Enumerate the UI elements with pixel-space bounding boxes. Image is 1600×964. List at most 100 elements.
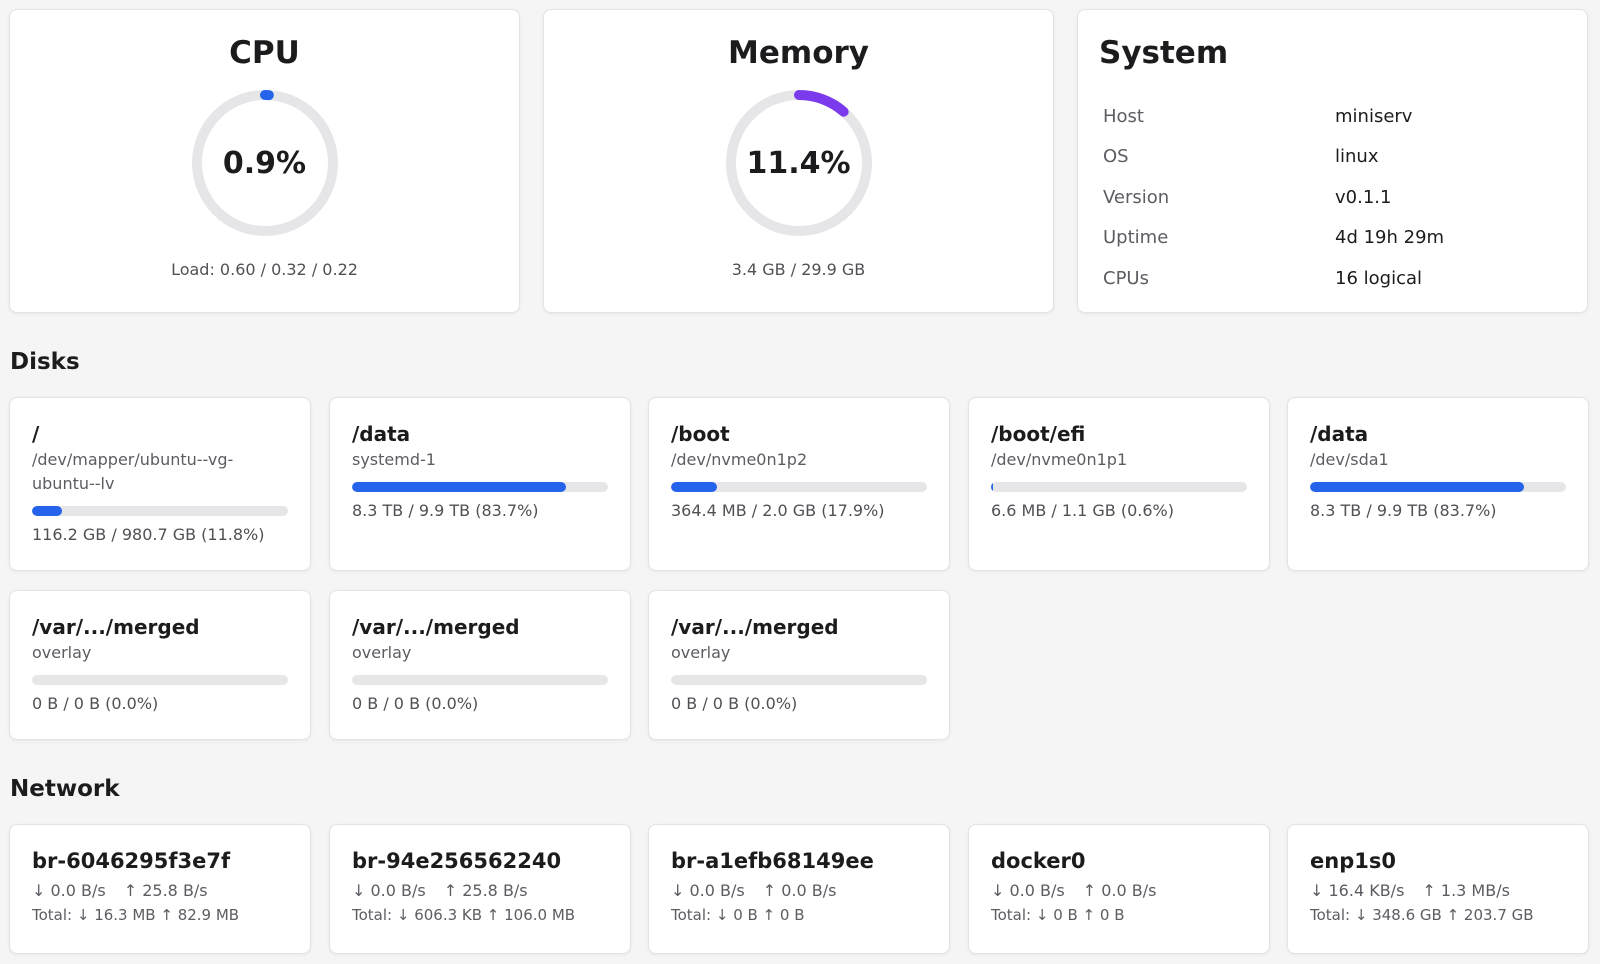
disk-mount: / <box>32 422 40 446</box>
cpu-title: CPU <box>229 35 300 71</box>
disk-card: /var/.../merged overlay 0 B / 0 B (0.0%) <box>648 590 950 740</box>
memory-usage: 3.4 GB / 29.9 GB <box>731 260 866 280</box>
download-rate: ↓ 0.0 B/s <box>32 881 106 900</box>
disk-usage-bar <box>352 675 608 685</box>
system-key: OS <box>1103 146 1129 168</box>
disk-mount: /boot/efi <box>991 422 1086 446</box>
interface-total: Total: ↓ 0 B ↑ 0 B <box>991 906 1125 924</box>
memory-gauge: 11.4% <box>722 86 876 240</box>
memory-title: Memory <box>728 35 869 71</box>
interface-name: br-94e256562240 <box>352 849 562 873</box>
disks-section-title: Disks <box>10 349 80 375</box>
disk-usage-fill <box>1310 482 1525 492</box>
disk-usage-bar <box>32 675 288 685</box>
disk-usage-fill <box>991 482 993 492</box>
network-interface-card: enp1s0 ↓ 16.4 KB/s ↑ 1.3 MB/s Total: ↓ 3… <box>1287 824 1589 954</box>
system-value: 4d 19h 29m <box>1335 227 1445 249</box>
disk-usage-bar <box>671 675 927 685</box>
disk-usage-bar <box>1310 482 1566 492</box>
disk-card: /boot /dev/nvme0n1p2 364.4 MB / 2.0 GB (… <box>648 397 950 571</box>
disk-card: /var/.../merged overlay 0 B / 0 B (0.0%) <box>329 590 631 740</box>
system-info-table: Host miniserv OS linux Version v0.1.1 Up… <box>1103 96 1563 299</box>
interface-total: Total: ↓ 348.6 GB ↑ 203.7 GB <box>1310 906 1534 924</box>
system-key: Version <box>1103 186 1170 208</box>
interface-total: Total: ↓ 16.3 MB ↑ 82.9 MB <box>32 906 240 924</box>
system-value: miniserv <box>1335 105 1413 127</box>
disk-usage-text: 0 B / 0 B (0.0%) <box>671 694 798 713</box>
system-key: CPUs <box>1103 267 1149 289</box>
disk-usage-bar <box>352 482 608 492</box>
disk-device: systemd-1 <box>352 450 436 469</box>
cpu-percent: 0.9% <box>222 145 307 181</box>
system-row-uptime: Uptime 4d 19h 29m <box>1103 218 1563 259</box>
interface-name: enp1s0 <box>1310 849 1396 873</box>
system-row-host: Host miniserv <box>1103 96 1563 137</box>
interface-rates: ↓ 0.0 B/s ↑ 0.0 B/s <box>671 881 927 900</box>
disk-usage-text: 8.3 TB / 9.9 TB (83.7%) <box>1310 501 1497 520</box>
disk-usage-text: 364.4 MB / 2.0 GB (17.9%) <box>671 501 885 520</box>
disk-usage-text: 0 B / 0 B (0.0%) <box>352 694 479 713</box>
upload-rate: ↑ 1.3 MB/s <box>1422 881 1510 900</box>
disk-usage-text: 0 B / 0 B (0.0%) <box>32 694 159 713</box>
disk-usage-fill <box>671 482 717 492</box>
interface-rates: ↓ 0.0 B/s ↑ 25.8 B/s <box>32 881 288 900</box>
disk-usage-text: 8.3 TB / 9.9 TB (83.7%) <box>352 501 539 520</box>
interface-rates: ↓ 16.4 KB/s ↑ 1.3 MB/s <box>1310 881 1566 900</box>
download-rate: ↓ 0.0 B/s <box>991 881 1065 900</box>
disk-device: overlay <box>32 643 92 662</box>
disk-card: /var/.../merged overlay 0 B / 0 B (0.0%) <box>9 590 311 740</box>
upload-rate: ↑ 0.0 B/s <box>762 881 837 900</box>
disk-usage-bar <box>32 506 288 516</box>
disk-device: /dev/sda1 <box>1310 450 1389 469</box>
download-rate: ↓ 0.0 B/s <box>352 881 426 900</box>
system-value: 16 logical <box>1335 267 1422 289</box>
system-value: linux <box>1335 146 1379 168</box>
disk-mount: /var/.../merged <box>32 615 200 639</box>
system-card: System Host miniserv OS linux Version v0… <box>1077 9 1588 313</box>
cpu-gauge: 0.9% <box>188 86 342 240</box>
disk-device: /dev/mapper/ubuntu--vg-ubuntu--lv <box>32 450 234 493</box>
network-interface-card: docker0 ↓ 0.0 B/s ↑ 0.0 B/s Total: ↓ 0 B… <box>968 824 1270 954</box>
disk-device: overlay <box>352 643 412 662</box>
interface-name: docker0 <box>991 849 1086 873</box>
download-rate: ↓ 0.0 B/s <box>671 881 745 900</box>
system-value: v0.1.1 <box>1335 186 1392 208</box>
download-rate: ↓ 16.4 KB/s <box>1310 881 1405 900</box>
interface-total: Total: ↓ 0 B ↑ 0 B <box>671 906 805 924</box>
network-interface-card: br-a1efb68149ee ↓ 0.0 B/s ↑ 0.0 B/s Tota… <box>648 824 950 954</box>
disk-device: /dev/nvme0n1p2 <box>671 450 808 469</box>
upload-rate: ↑ 0.0 B/s <box>1082 881 1157 900</box>
disk-card: / /dev/mapper/ubuntu--vg-ubuntu--lv 116.… <box>9 397 311 571</box>
disk-card: /data /dev/sda1 8.3 TB / 9.9 TB (83.7%) <box>1287 397 1589 571</box>
upload-rate: ↑ 25.8 B/s <box>123 881 208 900</box>
interface-name: br-a1efb68149ee <box>671 849 874 873</box>
disk-device: overlay <box>671 643 731 662</box>
network-interface-card: br-6046295f3e7f ↓ 0.0 B/s ↑ 25.8 B/s Tot… <box>9 824 311 954</box>
interface-total: Total: ↓ 606.3 KB ↑ 106.0 MB <box>352 906 576 924</box>
interface-rates: ↓ 0.0 B/s ↑ 25.8 B/s <box>352 881 608 900</box>
interface-name: br-6046295f3e7f <box>32 849 231 873</box>
disk-mount: /var/.../merged <box>352 615 520 639</box>
memory-card: Memory 11.4% 3.4 GB / 29.9 GB <box>543 9 1054 313</box>
upload-rate: ↑ 25.8 B/s <box>443 881 528 900</box>
disk-usage-text: 116.2 GB / 980.7 GB (11.8%) <box>32 525 265 544</box>
disk-device: /dev/nvme0n1p1 <box>991 450 1128 469</box>
memory-percent: 11.4% <box>746 145 851 181</box>
disk-usage-bar <box>671 482 927 492</box>
disk-mount: /data <box>1310 422 1369 446</box>
disk-card: /boot/efi /dev/nvme0n1p1 6.6 MB / 1.1 GB… <box>968 397 1270 571</box>
disk-card: /data systemd-1 8.3 TB / 9.9 TB (83.7%) <box>329 397 631 571</box>
system-row-version: Version v0.1.1 <box>1103 177 1563 218</box>
network-interface-card: br-94e256562240 ↓ 0.0 B/s ↑ 25.8 B/s Tot… <box>329 824 631 954</box>
system-key: Uptime <box>1103 227 1169 249</box>
system-row-os: OS linux <box>1103 137 1563 178</box>
disk-usage-fill <box>32 506 63 516</box>
disk-mount: /boot <box>671 422 730 446</box>
cpu-load: Load: 0.60 / 0.32 / 0.22 <box>171 260 358 280</box>
disk-usage-fill <box>352 482 567 492</box>
network-section-title: Network <box>10 776 120 802</box>
system-key: Host <box>1103 105 1144 127</box>
disk-mount: /var/.../merged <box>671 615 839 639</box>
cpu-card: CPU 0.9% Load: 0.60 / 0.32 / 0.22 <box>9 9 520 313</box>
system-title: System <box>1099 35 1229 71</box>
